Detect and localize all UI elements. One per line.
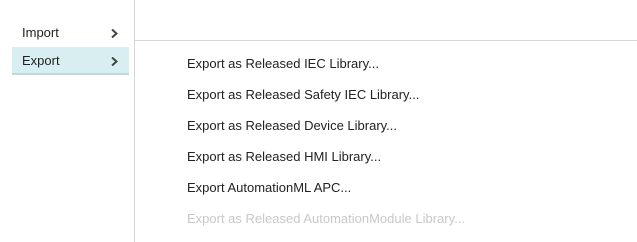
export-released-safety-iec-library-item[interactable]: Export as Released Safety IEC Library... xyxy=(135,80,637,111)
export-released-hmi-library-item[interactable]: Export as Released HMI Library... xyxy=(135,142,637,173)
menu-item-export-label: Export xyxy=(22,53,60,68)
menu-item-export[interactable]: Export xyxy=(12,47,129,75)
export-automationml-apc-item[interactable]: Export AutomationML APC... xyxy=(135,173,637,204)
export-released-iec-library-item[interactable]: Export as Released IEC Library... xyxy=(135,49,637,80)
parent-menu: Import Export xyxy=(12,19,129,75)
menu-item-import[interactable]: Import xyxy=(12,19,129,47)
export-submenu: Export as Released IEC Library... Export… xyxy=(135,49,637,235)
export-released-device-library-item[interactable]: Export as Released Device Library... xyxy=(135,111,637,142)
export-released-automationmodule-library-item: Export as Released AutomationModule Libr… xyxy=(187,211,465,226)
chevron-right-icon xyxy=(111,47,121,75)
submenu-top-border xyxy=(135,40,637,41)
chevron-right-icon xyxy=(111,19,121,47)
menu-item-import-label: Import xyxy=(22,25,59,40)
